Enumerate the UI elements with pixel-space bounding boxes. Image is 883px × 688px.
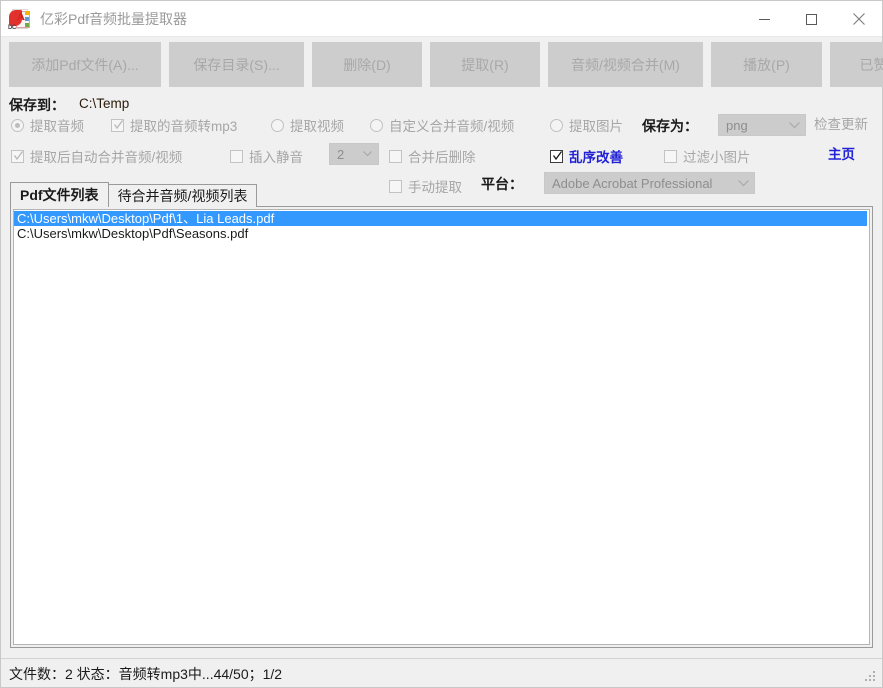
option-label: 提取音频 bbox=[30, 119, 84, 134]
tab-label: 待合并音频/视频列表 bbox=[117, 188, 248, 204]
extract-audio-radio: 提取音频 bbox=[11, 115, 84, 135]
silence-seconds-value: 2 bbox=[337, 146, 345, 162]
list-item[interactable]: C:\Users\mkw\Desktop\Pdf\Seasons.pdf bbox=[14, 226, 869, 241]
insert-silence-checkbox: 插入静音 bbox=[230, 146, 303, 166]
save-to-label: 保存到： bbox=[9, 97, 65, 113]
toolbar-button-label: 保存目录(S)... bbox=[193, 56, 280, 73]
save-to-path: C:\Temp bbox=[79, 96, 130, 111]
list-item[interactable]: C:\Users\mkw\Desktop\Pdf\1、Lia Leads.pdf bbox=[14, 211, 867, 226]
options-panel: 保存到： C:\Temp 提取音频 提取的音频转mp3 提取视频 自定义合并音频/视频… bbox=[1, 91, 882, 196]
sponsored-button: 已赞助 bbox=[830, 42, 883, 87]
filter-small-images-checkbox: 过滤小图片 bbox=[664, 146, 751, 166]
toolbar-button-label: 音频/视频合并(M) bbox=[571, 56, 680, 73]
custom-merge-audio-video-radio: 自定义合并音频/视频 bbox=[370, 115, 514, 135]
save-as-format-combo[interactable]: png bbox=[718, 114, 806, 136]
radio-indicator bbox=[11, 118, 24, 132]
status-text: 文件数：2 状态：音频转mp3中...44/50；1/2 bbox=[9, 666, 283, 682]
radio-indicator bbox=[370, 118, 383, 132]
platform-combo[interactable]: Adobe Acrobat Professional bbox=[544, 172, 755, 194]
option-label: 合并后删除 bbox=[408, 150, 476, 165]
tab-bar: Pdf文件列表 待合并音频/视频列表 bbox=[10, 182, 258, 207]
application-window: A DC 亿彩Pdf音频批量提取器 添加Pdf文件(A)... 保存目录(S)..… bbox=[0, 0, 883, 688]
option-label: 提取后自动合并音频/视频 bbox=[30, 150, 183, 165]
radio-indicator bbox=[271, 118, 284, 132]
check-update-link: 检查更新 bbox=[814, 117, 868, 132]
check-mark-icon bbox=[552, 150, 563, 162]
resize-grip[interactable] bbox=[865, 671, 878, 684]
checkbox-indicator[interactable] bbox=[550, 149, 563, 163]
title-bar: A DC 亿彩Pdf音频批量提取器 bbox=[1, 1, 882, 37]
platform-label: 平台： bbox=[481, 176, 523, 192]
option-label: 手动提取 bbox=[408, 180, 462, 195]
tab-pdf-file-list[interactable]: Pdf文件列表 bbox=[10, 182, 109, 207]
status-bar: 文件数：2 状态：音频转mp3中...44/50；1/2 bbox=[1, 658, 882, 687]
checkbox-indicator bbox=[389, 149, 402, 163]
maximize-button[interactable] bbox=[788, 1, 835, 37]
play-button: 播放(P) bbox=[711, 42, 822, 87]
toolbar-button-label: 播放(P) bbox=[743, 56, 790, 73]
silence-seconds-combo[interactable]: 2 bbox=[329, 143, 379, 165]
adobe-acrobat-dc-icon: A DC bbox=[8, 8, 30, 31]
toolbar-button-label: 提取(R) bbox=[461, 56, 509, 73]
checkbox-indicator bbox=[664, 149, 677, 163]
option-label: 乱序改善 bbox=[569, 150, 623, 165]
check-mark-icon bbox=[13, 150, 24, 162]
chevron-down-icon bbox=[732, 179, 754, 187]
extract-images-radio: 提取图片 bbox=[550, 115, 623, 135]
extract-video-radio: 提取视频 bbox=[271, 115, 344, 135]
platform-value: Adobe Acrobat Professional bbox=[552, 175, 713, 191]
option-label: 自定义合并音频/视频 bbox=[389, 119, 515, 134]
delete-button: 删除(D) bbox=[312, 42, 422, 87]
window-controls bbox=[741, 1, 882, 37]
option-label: 插入静音 bbox=[249, 150, 303, 165]
checkbox-indicator bbox=[111, 118, 124, 132]
radio-indicator bbox=[550, 118, 563, 132]
title-divider bbox=[1, 36, 882, 37]
file-list-panel: C:\Users\mkw\Desktop\Pdf\1、Lia Leads.pdf… bbox=[10, 206, 873, 648]
manual-extract-checkbox: 手动提取 bbox=[389, 176, 462, 196]
check-mark-icon bbox=[113, 119, 124, 131]
close-button[interactable] bbox=[835, 1, 882, 37]
checkbox-indicator bbox=[389, 179, 402, 193]
checkbox-indicator bbox=[230, 149, 243, 163]
toolbar-button-label: 添加Pdf文件(A)... bbox=[31, 56, 139, 73]
merge-audio-video-button: 音频/视频合并(M) bbox=[548, 42, 703, 87]
save-as-format-value: png bbox=[726, 117, 748, 133]
extract-button: 提取(R) bbox=[430, 42, 540, 87]
toolbar-button-label: 已赞助 bbox=[859, 56, 883, 73]
toolbar-button-label: 删除(D) bbox=[343, 56, 391, 73]
homepage-link[interactable]: 主页 bbox=[828, 143, 855, 163]
option-label: 提取视频 bbox=[290, 119, 344, 134]
add-pdf-files-button: 添加Pdf文件(A)... bbox=[9, 42, 161, 87]
option-label: 提取的音频转mp3 bbox=[130, 119, 238, 134]
convert-audio-to-mp3-checkbox: 提取的音频转mp3 bbox=[111, 115, 237, 135]
delete-after-merge-checkbox: 合并后删除 bbox=[389, 146, 476, 166]
window-title: 亿彩Pdf音频批量提取器 bbox=[40, 11, 188, 27]
tab-label: Pdf文件列表 bbox=[20, 187, 99, 203]
shuffle-improve-checkbox[interactable]: 乱序改善 bbox=[550, 146, 623, 166]
chevron-down-icon bbox=[356, 151, 378, 157]
toolbar: 添加Pdf文件(A)... 保存目录(S)... 删除(D) 提取(R) 音频/视频合并… bbox=[1, 38, 883, 91]
save-directory-button: 保存目录(S)... bbox=[169, 42, 304, 87]
pdf-file-listbox[interactable]: C:\Users\mkw\Desktop\Pdf\1、Lia Leads.pdf… bbox=[13, 209, 870, 645]
option-label: 过滤小图片 bbox=[683, 150, 751, 165]
minimize-button[interactable] bbox=[741, 1, 788, 37]
option-label: 提取图片 bbox=[569, 119, 623, 134]
tab-pending-merge-media-list[interactable]: 待合并音频/视频列表 bbox=[107, 184, 258, 207]
chevron-down-icon bbox=[783, 121, 805, 129]
auto-merge-after-extract-checkbox: 提取后自动合并音频/视频 bbox=[11, 146, 182, 166]
checkbox-indicator bbox=[11, 149, 24, 163]
save-as-label: 保存为： bbox=[642, 118, 698, 134]
